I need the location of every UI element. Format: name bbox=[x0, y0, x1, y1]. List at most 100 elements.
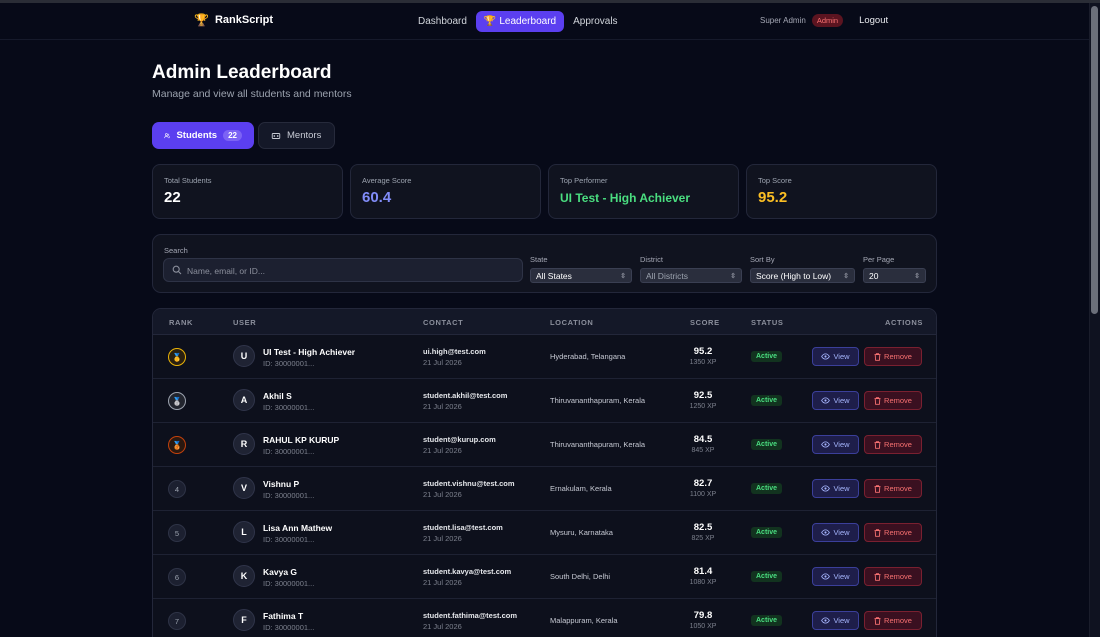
view-button[interactable]: View bbox=[812, 435, 859, 454]
status-badge: Active bbox=[751, 351, 783, 362]
perpage-select[interactable]: 20 ⇳ bbox=[863, 268, 926, 283]
brand[interactable]: 🏆 RankScript bbox=[194, 13, 273, 27]
remove-button[interactable]: Remove bbox=[864, 567, 922, 586]
th-contact: CONTACT bbox=[423, 318, 464, 327]
table-row: 🥇 U UI Test - High Achiever ID: 30000001...… bbox=[153, 335, 936, 379]
user-location: South Delhi, Delhi bbox=[550, 572, 611, 581]
rank-number: 5 bbox=[174, 528, 180, 538]
table-header: RANK USER CONTACT LOCATION SCORE STATUS … bbox=[153, 309, 936, 335]
remove-button[interactable]: Remove bbox=[864, 347, 922, 366]
status-badge: Active bbox=[751, 615, 783, 626]
user-id: ID: 30000001... bbox=[263, 535, 315, 544]
view-label: View bbox=[833, 616, 850, 625]
trash-icon bbox=[874, 484, 881, 493]
join-date: 21 Jul 2026 bbox=[423, 534, 462, 543]
avatar: F bbox=[233, 609, 255, 631]
trash-icon bbox=[874, 396, 881, 405]
view-button[interactable]: View bbox=[812, 567, 859, 586]
status-badge: Active bbox=[751, 527, 783, 538]
rank-badge: 5 bbox=[168, 524, 186, 542]
trash-icon bbox=[874, 572, 881, 581]
brand-name: RankScript bbox=[214, 14, 274, 26]
remove-button[interactable]: Remove bbox=[864, 523, 922, 542]
users-icon bbox=[164, 132, 171, 138]
medal-icon: 🥇 bbox=[172, 352, 182, 362]
status-badge: Active bbox=[751, 395, 783, 406]
trophy-icon: 🏆 bbox=[483, 16, 497, 27]
avatar: K bbox=[233, 565, 255, 587]
user-xp: 845 XP bbox=[691, 447, 715, 454]
nav-dashboard[interactable]: Dashboard bbox=[413, 11, 472, 32]
user-location: Thiruvananthapuram, Kerala bbox=[550, 396, 646, 405]
user-id: ID: 30000001... bbox=[263, 623, 315, 632]
user-email: student.kavya@test.com bbox=[423, 567, 512, 576]
view-label: View bbox=[833, 572, 850, 581]
search-field[interactable] bbox=[163, 258, 523, 282]
remove-label: Remove bbox=[884, 528, 912, 537]
stat-card-top-performer: Top Performer UI Test - High Achiever bbox=[548, 164, 739, 219]
view-button[interactable]: View bbox=[812, 611, 859, 630]
user-email: student@kurup.com bbox=[423, 435, 496, 444]
remove-button[interactable]: Remove bbox=[864, 479, 922, 498]
stat-value: 22 bbox=[164, 189, 181, 206]
view-button[interactable]: View bbox=[812, 347, 859, 366]
eye-icon bbox=[821, 353, 831, 360]
nav-leaderboard[interactable]: 🏆 Leaderboard bbox=[475, 11, 565, 32]
rank-badge: 🥉 bbox=[168, 436, 186, 454]
eye-icon bbox=[821, 397, 831, 404]
join-date: 21 Jul 2026 bbox=[423, 490, 462, 499]
chevron-updown-icon: ⇳ bbox=[620, 272, 626, 280]
join-date: 21 Jul 2026 bbox=[423, 358, 462, 367]
district-label: District bbox=[640, 255, 663, 264]
remove-button[interactable]: Remove bbox=[864, 611, 922, 630]
scrollbar-thumb[interactable] bbox=[1091, 6, 1098, 314]
filter-panel: Search State All States ⇳ District All Di… bbox=[152, 234, 937, 293]
table-row: 🥉 R RAHUL KP KURUP ID: 30000001... student@k… bbox=[153, 423, 936, 467]
user-name: UI Test - High Achiever bbox=[263, 347, 356, 357]
status-badge: Active bbox=[751, 439, 783, 450]
view-button[interactable]: View bbox=[812, 479, 859, 498]
state-select[interactable]: All States ⇳ bbox=[530, 268, 632, 283]
user-name: Kavya G bbox=[263, 567, 298, 577]
logout-button[interactable]: Logout bbox=[859, 15, 888, 26]
user-menu: Super Admin Admin Logout bbox=[760, 14, 888, 27]
remove-button[interactable]: Remove bbox=[864, 435, 922, 454]
user-location: Hyderabad, Telangana bbox=[550, 352, 626, 361]
mentors-icon bbox=[271, 132, 281, 139]
nav-approvals[interactable]: Approvals bbox=[568, 11, 622, 32]
page-subtitle: Manage and view all students and mentors bbox=[152, 88, 352, 100]
table-row: 7 F Fathima T ID: 30000001... student.fathim… bbox=[153, 599, 936, 637]
view-label: View bbox=[833, 484, 850, 493]
nav-links: Dashboard 🏆 Leaderboard Approvals bbox=[413, 11, 623, 32]
tab-students[interactable]: Students 22 bbox=[152, 122, 254, 149]
stat-label: Top Score bbox=[758, 176, 792, 185]
stat-value: UI Test - High Achiever bbox=[560, 191, 691, 205]
trash-icon bbox=[874, 616, 881, 625]
user-xp: 1250 XP bbox=[689, 403, 717, 410]
students-count-badge: 22 bbox=[223, 130, 242, 141]
view-button[interactable]: View bbox=[812, 523, 859, 542]
rank-number: 7 bbox=[174, 616, 180, 626]
user-id: ID: 30000001... bbox=[263, 579, 315, 588]
tab-mentors[interactable]: Mentors bbox=[258, 122, 335, 149]
user-score: 81.4 bbox=[693, 566, 713, 577]
sort-select-value: Score (High to Low) bbox=[756, 270, 832, 281]
user-id: ID: 30000001... bbox=[263, 359, 315, 368]
district-select[interactable]: All Districts ⇳ bbox=[640, 268, 742, 283]
view-label: View bbox=[833, 352, 850, 361]
trash-icon bbox=[874, 440, 881, 449]
search-input[interactable] bbox=[187, 262, 517, 279]
eye-icon bbox=[821, 441, 831, 448]
avatar: R bbox=[233, 433, 255, 455]
table-row: 6 K Kavya G ID: 30000001... student.kavya@te… bbox=[153, 555, 936, 599]
nav-leaderboard-label: Leaderboard bbox=[499, 16, 557, 27]
view-button[interactable]: View bbox=[812, 391, 859, 410]
view-label: View bbox=[833, 528, 850, 537]
stat-label: Top Performer bbox=[560, 176, 608, 185]
user-xp: 1100 XP bbox=[689, 491, 717, 498]
remove-button[interactable]: Remove bbox=[864, 391, 922, 410]
sort-select[interactable]: Score (High to Low) ⇳ bbox=[750, 268, 855, 283]
join-date: 21 Jul 2026 bbox=[423, 446, 462, 455]
tab-mentors-label: Mentors bbox=[287, 130, 322, 141]
user-id: ID: 30000001... bbox=[263, 447, 315, 456]
